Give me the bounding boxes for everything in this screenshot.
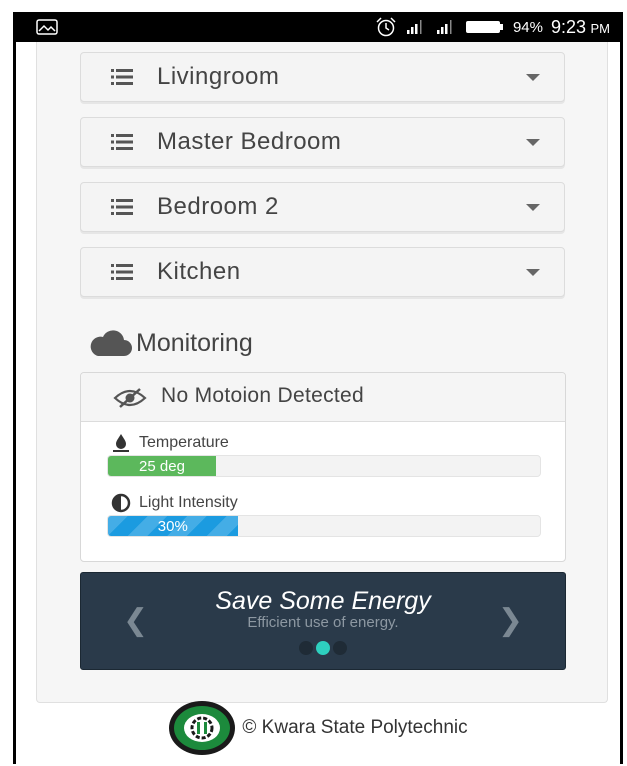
light-intensity-value: 30% [157,517,188,535]
monitoring-panel: No Motoion Detected Temperature 25 deg L… [80,372,566,562]
eye-slash-icon [113,388,147,408]
room-accordion-bedroom-2[interactable]: Bedroom 2 [80,182,565,232]
app-frame: 94% 9:23 PM Livingroom Master Bedroom Be… [13,12,623,764]
temperature-bar-fill: 25 deg [108,456,216,476]
room-label: Kitchen [157,258,241,285]
carousel-dot[interactable] [316,641,330,655]
temperature-bar: 25 deg [107,455,541,477]
list-icon [111,134,133,150]
room-accordion-master-bedroom[interactable]: Master Bedroom [80,117,565,167]
room-label: Livingroom [157,63,280,90]
light-intensity-bar-fill: 30% [108,516,238,536]
status-bar: 94% 9:23 PM [16,12,620,42]
monitoring-title: Monitoring [136,328,253,357]
energy-carousel: ❮ ❯ Save Some Energy Efficient use of en… [80,572,566,670]
light-intensity-bar: 30% [107,515,541,537]
battery-percent: 94% [512,18,543,36]
light-label-row: Light Intensity [111,493,238,513]
temperature-label: Temperature [139,434,229,451]
motion-status-row: No Motoion Detected [81,373,565,422]
carousel-title: Save Some Energy [215,587,431,615]
light-label: Light Intensity [139,494,238,511]
room-label: Master Bedroom [157,128,342,155]
motion-status-text: No Motoion Detected [161,384,364,407]
list-icon [111,69,133,85]
clock-time: 9:23 [551,16,587,37]
main-panel: Livingroom Master Bedroom Bedroom 2 Kitc… [36,42,608,703]
room-accordion-kitchen[interactable]: Kitchen [80,247,565,297]
signal-icon-sim2 [436,20,452,34]
list-icon [111,199,133,215]
carousel-indicators [81,641,565,655]
carousel-subtitle: Efficient use of energy. [247,614,399,631]
gallery-notification-icon [36,19,58,35]
battery-icon [465,21,503,33]
caret-down-icon [526,74,540,81]
carousel-dot[interactable] [299,641,313,655]
footer: © Kwara State Polytechnic [16,697,620,759]
caret-down-icon [526,269,540,276]
monitoring-header: Monitoring [88,326,253,360]
temperature-label-row: Temperature [111,433,229,453]
carousel-dot[interactable] [333,641,347,655]
signal-icon-sim1 [406,20,422,34]
alarm-icon [376,17,396,37]
cloud-icon [90,330,132,356]
caret-down-icon [526,139,540,146]
clock-ampm: PM [590,20,611,36]
kwara-polytechnic-logo [169,701,236,755]
temperature-value: 25 deg [139,457,185,475]
room-accordion-livingroom[interactable]: Livingroom [80,52,565,102]
footer-copyright: © Kwara State Polytechnic [242,717,468,738]
thermometer-icon [113,434,129,452]
room-label: Bedroom 2 [157,193,279,220]
contrast-icon [111,493,131,513]
caret-down-icon [526,204,540,211]
list-icon [111,264,133,280]
